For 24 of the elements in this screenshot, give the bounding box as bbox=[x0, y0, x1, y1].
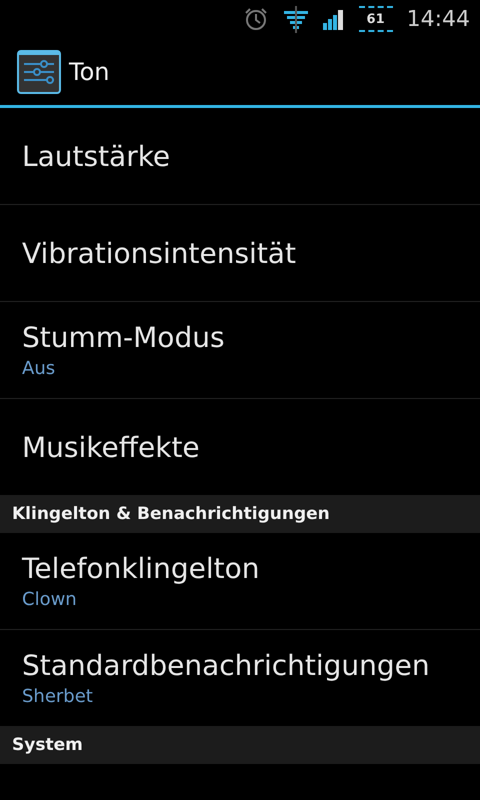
settings-item[interactable]: Musikeffekte bbox=[0, 399, 480, 495]
settings-item[interactable]: Standardbenachrichtigungen Sherbet bbox=[0, 630, 480, 726]
section-header: System bbox=[0, 726, 480, 764]
item-title: Vibrationsintensität bbox=[22, 236, 297, 270]
item-summary: Clown bbox=[22, 589, 78, 610]
section-header: Klingelton & Benachrichtigungen bbox=[0, 495, 480, 533]
settings-item[interactable]: Lautstärke bbox=[0, 108, 480, 205]
item-title: Lautstärke bbox=[22, 140, 172, 172]
screen-title: Ton bbox=[69, 58, 110, 86]
sliders-icon[interactable] bbox=[17, 50, 61, 94]
wifi-icon bbox=[282, 5, 309, 33]
item-summary: Sherbet bbox=[22, 686, 94, 707]
battery-indicator: 61 bbox=[358, 6, 393, 32]
clock-time: 14:44 bbox=[406, 6, 470, 32]
item-title: Standardbenachrichtigungen bbox=[22, 649, 431, 682]
item-summary: Aus bbox=[22, 358, 56, 379]
settings-item[interactable]: Vibrationsintensität bbox=[0, 205, 480, 302]
item-title: Stumm-Modus bbox=[22, 321, 226, 354]
alarm-clock-icon bbox=[242, 6, 269, 32]
item-title: Musikeffekte bbox=[22, 430, 201, 464]
item-title: Telefonklingelton bbox=[22, 552, 260, 585]
settings-item[interactable]: Stumm-Modus Aus bbox=[0, 302, 480, 399]
signal-icon bbox=[322, 7, 345, 31]
settings-item[interactable]: Telefonklingelton Clown bbox=[0, 533, 480, 630]
